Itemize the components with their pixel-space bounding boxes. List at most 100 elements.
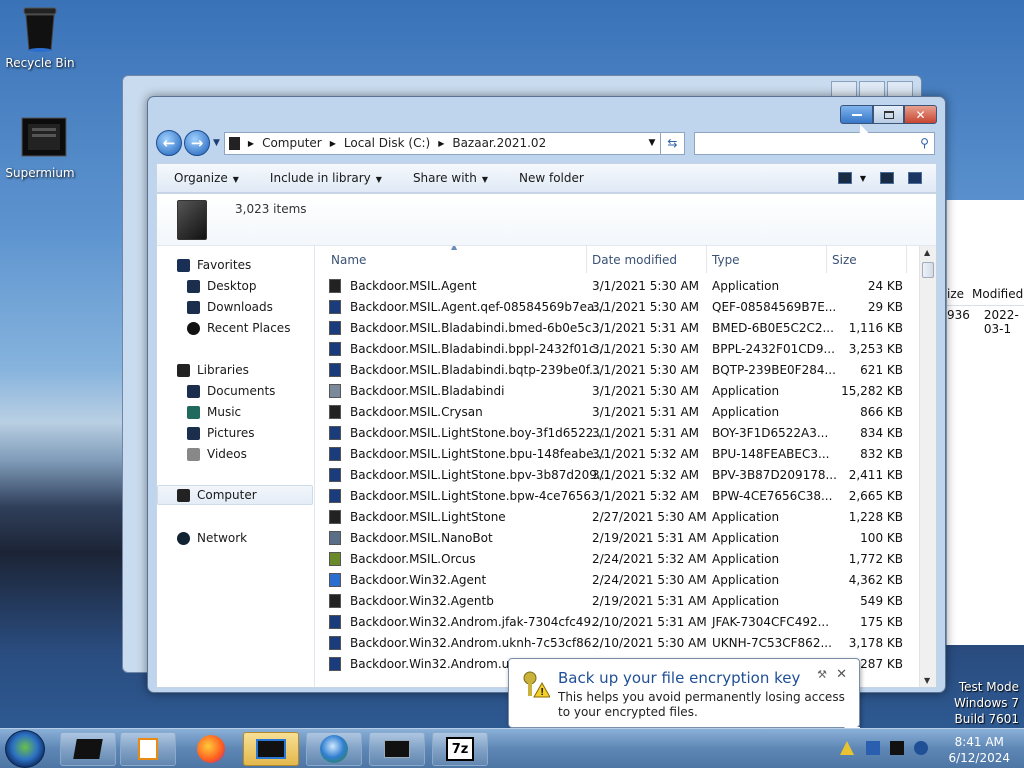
chevron-down-icon: ▼	[481, 175, 488, 184]
tray-key-warning-icon[interactable]	[840, 741, 854, 755]
column-divider[interactable]	[826, 246, 827, 273]
balloon-body[interactable]: This helps you avoid permanently losing …	[558, 690, 858, 720]
taskbar-app-windows-explorer[interactable]	[243, 732, 299, 766]
table-row[interactable]: Backdoor.Win32.Agentb 2/19/2021 5:31 AM Ap…	[329, 590, 919, 611]
change-view-button[interactable]: ▼	[837, 172, 866, 184]
display-app-icon	[384, 740, 410, 758]
cell-name: Backdoor.MSIL.LightStone	[350, 510, 506, 524]
scroll-down-icon[interactable]: ▼	[924, 676, 930, 685]
include-in-library-button[interactable]: Include in library ▼	[270, 171, 382, 185]
taskbar-app-media-player[interactable]	[120, 732, 176, 766]
bg-col-modified[interactable]: Modified	[972, 287, 1023, 305]
breadcrumb-computer[interactable]: Computer	[262, 136, 322, 150]
new-folder-button[interactable]: New folder	[519, 171, 584, 185]
minimize-button[interactable]	[840, 105, 873, 124]
breadcrumb-folder[interactable]: Bazaar.2021.02	[452, 136, 546, 150]
column-divider[interactable]	[586, 246, 587, 273]
address-computer-icon	[228, 136, 240, 150]
taskbar-app-7zip[interactable]: 7z	[432, 732, 488, 766]
address-dropdown-icon[interactable]: ▼	[644, 138, 660, 148]
nav-network[interactable]: Network	[177, 528, 247, 548]
table-row[interactable]: Backdoor.MSIL.LightStone.bpv-3b87d209...…	[329, 464, 919, 485]
recent-pages-dropdown-icon[interactable]: ▼	[213, 138, 220, 148]
share-with-button[interactable]: Share with ▼	[413, 171, 488, 185]
address-bar[interactable]: ▶ Computer ▶ Local Disk (C:) ▶ Bazaar.20…	[223, 131, 661, 155]
start-button[interactable]	[5, 730, 45, 768]
table-row[interactable]: Backdoor.MSIL.Orcus 2/24/2021 5:32 AM Appl…	[329, 548, 919, 569]
nav-desktop[interactable]: Desktop	[187, 276, 257, 296]
column-type[interactable]: Type	[712, 253, 740, 267]
table-row[interactable]: Backdoor.MSIL.Bladabindi.bmed-6b0e5c... 3…	[329, 317, 919, 338]
column-divider[interactable]	[906, 246, 907, 273]
desktop-icon-recycle-bin[interactable]: Recycle Bin	[0, 6, 80, 70]
column-size[interactable]: Size	[832, 253, 857, 267]
vertical-scrollbar[interactable]: ▲ ▼	[919, 246, 936, 687]
column-name[interactable]: Name	[331, 253, 366, 267]
explorer-icon	[73, 739, 103, 759]
balloon-close-button[interactable]: ✕	[836, 667, 847, 682]
table-row[interactable]: Backdoor.MSIL.LightStone.boy-3f1d6522...…	[329, 422, 919, 443]
windows-explorer-active-icon	[256, 739, 286, 759]
tray-volume-icon[interactable]	[914, 741, 928, 755]
table-row[interactable]: Backdoor.MSIL.Agent.qef-08584569b7ea... 3…	[329, 296, 919, 317]
breadcrumb-arrow-icon[interactable]: ▶	[438, 139, 444, 148]
close-button[interactable]: ✕	[904, 105, 937, 124]
table-row[interactable]: Backdoor.MSIL.Bladabindi.bqtp-239be0f...…	[329, 359, 919, 380]
table-row[interactable]: Backdoor.MSIL.LightStone 2/27/2021 5:30 A…	[329, 506, 919, 527]
tray-network-icon[interactable]	[866, 741, 880, 755]
balloon-title[interactable]: Back up your file encryption key	[558, 669, 800, 687]
breadcrumb-local-disk[interactable]: Local Disk (C:)	[344, 136, 430, 150]
music-icon	[187, 405, 200, 419]
nav-videos[interactable]: Videos	[187, 444, 247, 464]
table-row[interactable]: Backdoor.Win32.Agent 2/24/2021 5:30 AM App…	[329, 569, 919, 590]
organize-button[interactable]: Organize ▼	[174, 171, 239, 185]
scroll-up-icon[interactable]: ▲	[924, 248, 930, 257]
tray-display-icon[interactable]	[890, 741, 904, 755]
nav-libraries[interactable]: Libraries	[177, 360, 249, 380]
column-date-modified[interactable]: Date modified	[592, 253, 677, 267]
search-input[interactable]: ⚲	[693, 131, 935, 155]
taskbar-app-browser[interactable]	[306, 732, 362, 766]
bg-col-size[interactable]: ize	[947, 287, 964, 305]
nav-downloads[interactable]: Downloads	[187, 297, 273, 317]
table-row[interactable]: Backdoor.MSIL.Agent 3/1/2021 5:30 AM Appli…	[329, 275, 919, 296]
desktop-icon-supermium[interactable]: Supermium	[0, 116, 80, 180]
cell-type: BMED-6B0E5C2C2...	[712, 321, 834, 335]
cell-name: Backdoor.MSIL.Bladabindi.bqtp-239be0f...	[350, 363, 601, 377]
column-divider[interactable]	[706, 246, 707, 273]
help-button[interactable]	[908, 172, 922, 184]
cell-name: Backdoor.MSIL.Orcus	[350, 552, 476, 566]
table-row[interactable]: Backdoor.Win32.Androm.jfak-7304cfc49... 2…	[329, 611, 919, 632]
refresh-button[interactable]: ⇆	[660, 131, 685, 155]
nav-music[interactable]: Music	[187, 402, 241, 422]
table-row[interactable]: Backdoor.MSIL.Bladabindi.bppl-2432f01c..…	[329, 338, 919, 359]
nav-documents[interactable]: Documents	[187, 381, 275, 401]
cell-size: 15,282 KB	[841, 384, 903, 398]
nav-computer[interactable]: Computer	[157, 485, 313, 505]
table-row[interactable]: Backdoor.MSIL.LightStone.bpw-4ce7656... 3…	[329, 485, 919, 506]
balloon-pin-icon[interactable]: ⚒	[817, 668, 827, 681]
table-row[interactable]: Backdoor.MSIL.NanoBot 2/19/2021 5:31 AM Ap…	[329, 527, 919, 548]
table-row[interactable]: Backdoor.MSIL.Crysan 3/1/2021 5:31 AM Appl…	[329, 401, 919, 422]
clock[interactable]: 8:41 AM 6/12/2024	[948, 734, 1010, 766]
breadcrumb-arrow-icon[interactable]: ▶	[330, 139, 336, 148]
explorer-window[interactable]: ✕ ← → ▼ ▶ Computer ▶ Local Disk (C:) ▶ B…	[147, 96, 946, 693]
back-button[interactable]: ←	[156, 130, 182, 156]
nav-favorites[interactable]: Favorites	[177, 255, 251, 275]
breadcrumb-arrow-icon[interactable]: ▶	[248, 139, 254, 148]
preview-pane-button[interactable]	[880, 172, 894, 184]
table-row[interactable]: Backdoor.Win32.Androm.uknh-7c53cf86... 2/…	[329, 632, 919, 653]
table-row[interactable]: Backdoor.MSIL.LightStone.bpu-148feabe...…	[329, 443, 919, 464]
maximize-button[interactable]	[873, 105, 904, 124]
file-icon	[329, 299, 341, 314]
nav-pictures[interactable]: Pictures	[187, 423, 255, 443]
taskbar-app-explorer[interactable]	[60, 732, 116, 766]
nav-recent-places[interactable]: Recent Places	[187, 318, 290, 338]
cell-type: BQTP-239BE0F284...	[712, 363, 836, 377]
taskbar-app-display[interactable]	[369, 732, 425, 766]
forward-button[interactable]: →	[184, 130, 210, 156]
notification-balloon[interactable]: ! Back up your file encryption key This …	[508, 658, 860, 743]
taskbar-app-firefox[interactable]	[183, 732, 239, 766]
table-row[interactable]: Backdoor.MSIL.Bladabindi 3/1/2021 5:30 AM…	[329, 380, 919, 401]
scroll-thumb[interactable]	[922, 262, 934, 278]
